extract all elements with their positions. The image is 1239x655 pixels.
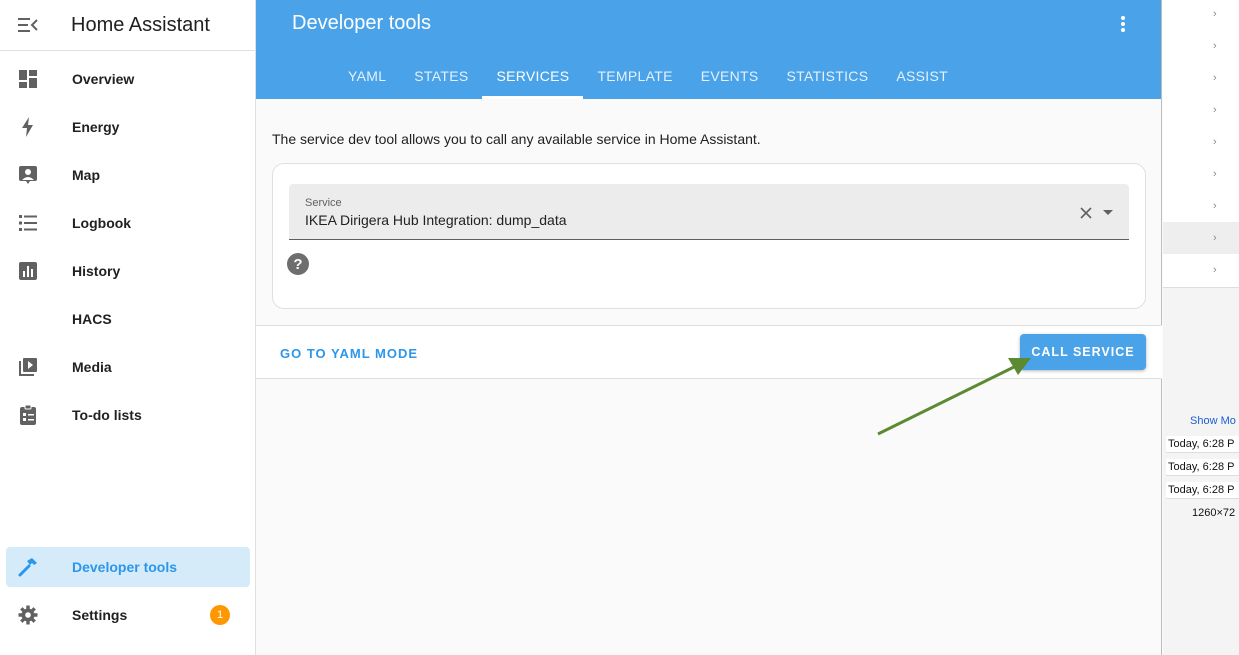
chart-icon (6, 251, 50, 291)
sidebar-item-label: HACS (72, 311, 112, 327)
tab-statistics[interactable]: STATISTICS (773, 56, 883, 99)
sidebar-item-label: Overview (72, 71, 135, 87)
sidebar-item-label: History (72, 263, 121, 279)
service-picker[interactable]: Service IKEA Dirigera Hub Integration: d… (289, 184, 1129, 240)
app-title: Home Assistant (71, 13, 210, 36)
go-to-yaml-mode-button[interactable]: GO TO YAML MODE (280, 346, 418, 361)
tab-services[interactable]: SERVICES (482, 56, 584, 99)
help-icon[interactable]: ? (287, 253, 309, 275)
sidebar-item-label: Developer tools (72, 559, 178, 575)
menu-toggle-button[interactable] (0, 0, 56, 51)
dropdown-arrow-icon[interactable] (1099, 204, 1117, 222)
sidebar-item-history[interactable]: History (6, 251, 250, 291)
tab-bar: YAML STATES SERVICES TEMPLATE EVENTS STA… (334, 56, 962, 99)
tab-template[interactable]: TEMPLATE (583, 56, 686, 99)
sidebar-item-label: Logbook (72, 215, 132, 231)
sidebar-item-label: Map (72, 167, 100, 183)
background-window: › › › › › › › › › Show Mo Today, 6:28 P … (1163, 0, 1239, 655)
highlighted-row (1163, 222, 1239, 254)
lightning-icon (6, 107, 50, 147)
dashboard-icon (6, 59, 50, 99)
service-card: Service IKEA Dirigera Hub Integration: d… (272, 163, 1146, 309)
menu-collapse-icon (18, 18, 38, 32)
action-bar: GO TO YAML MODE CALL SERVICE (256, 325, 1162, 379)
sidebar-item-energy[interactable]: Energy (6, 107, 250, 147)
tab-yaml[interactable]: YAML (334, 56, 400, 99)
clear-icon[interactable] (1077, 204, 1095, 222)
sidebar-header: Home Assistant (0, 0, 255, 51)
chevron-right-icon: › (1213, 136, 1217, 148)
list-icon (6, 203, 50, 243)
chevron-right-icon: › (1213, 104, 1217, 116)
sidebar-item-label: Settings (72, 607, 128, 623)
service-field-value: IKEA Dirigera Hub Integration: dump_data (305, 212, 567, 228)
sidebar: Home Assistant Overview Energy Map Logbo… (0, 0, 256, 655)
sidebar-item-media[interactable]: Media (6, 347, 250, 387)
tab-assist[interactable]: ASSIST (882, 56, 962, 99)
clipboard-icon (6, 395, 50, 435)
media-icon (6, 347, 50, 387)
more-vertical-icon (1121, 16, 1125, 32)
list-item: Today, 6:28 P (1166, 482, 1239, 499)
notification-badge: 1 (210, 605, 230, 625)
chevron-right-icon: › (1213, 232, 1217, 244)
sidebar-item-developer-tools[interactable]: Developer tools (6, 547, 250, 587)
main-panel: Developer tools YAML STATES SERVICES TEM… (256, 0, 1162, 655)
list-item: Today, 6:28 P (1166, 459, 1239, 476)
sidebar-item-todo-lists[interactable]: To-do lists (6, 395, 250, 435)
sidebar-item-label: To-do lists (72, 407, 142, 423)
chevron-right-icon: › (1213, 168, 1217, 180)
hacs-icon (6, 299, 50, 339)
sidebar-item-label: Energy (72, 119, 120, 135)
dimensions-text: 1260×72 (1192, 507, 1236, 519)
page-title: Developer tools (292, 12, 431, 34)
intro-text: The service dev tool allows you to call … (272, 131, 761, 147)
call-service-button[interactable]: CALL SERVICE (1020, 334, 1146, 370)
chevron-right-icon: › (1213, 200, 1217, 212)
sidebar-item-settings[interactable]: Settings 1 (6, 595, 250, 635)
chevron-right-icon: › (1213, 8, 1217, 20)
overflow-menu-button[interactable] (1113, 13, 1133, 35)
map-icon (6, 155, 50, 195)
tab-states[interactable]: STATES (400, 56, 482, 99)
sidebar-item-overview[interactable]: Overview (6, 59, 250, 99)
chevron-right-icon: › (1213, 40, 1217, 52)
service-field-label: Service (305, 197, 342, 209)
hammer-icon (6, 547, 50, 587)
chevron-right-icon: › (1213, 264, 1217, 276)
list-item: Today, 6:28 P (1166, 436, 1239, 453)
gear-icon (6, 595, 50, 635)
sidebar-item-logbook[interactable]: Logbook (6, 203, 250, 243)
sidebar-item-map[interactable]: Map (6, 155, 250, 195)
show-more-link[interactable]: Show Mo (1190, 415, 1236, 427)
tab-events[interactable]: EVENTS (687, 56, 773, 99)
top-app-bar: Developer tools YAML STATES SERVICES TEM… (256, 0, 1161, 99)
sidebar-item-label: Media (72, 359, 112, 375)
chevron-right-icon: › (1213, 72, 1217, 84)
sidebar-item-hacs[interactable]: HACS (6, 299, 250, 339)
